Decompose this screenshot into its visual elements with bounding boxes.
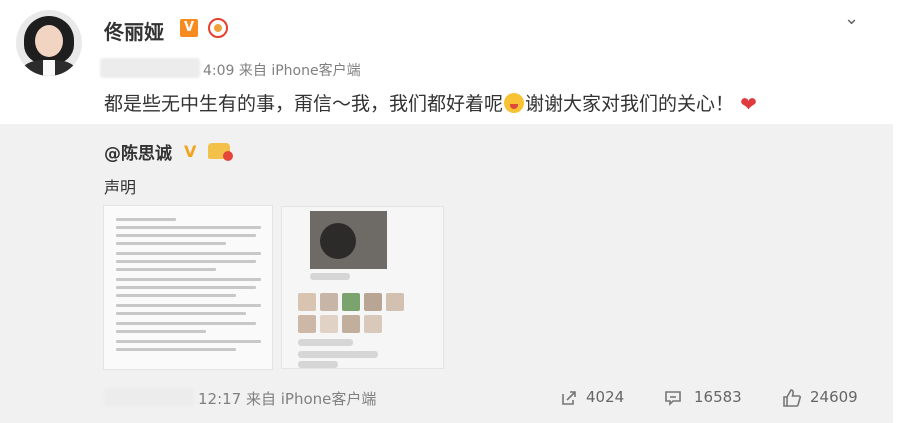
share-icon[interactable] bbox=[560, 389, 578, 407]
comment-count[interactable]: 16583 bbox=[694, 388, 742, 406]
repost-text: 声明 bbox=[104, 178, 137, 197]
repost-time-source[interactable]: 12:17 来自 iPhone客户端 bbox=[198, 388, 376, 409]
member-emblem-icon bbox=[208, 18, 228, 38]
blurred-date bbox=[104, 388, 194, 406]
comment-icon[interactable] bbox=[664, 389, 682, 407]
share-count[interactable]: 4024 bbox=[586, 388, 624, 406]
heart-emoji-icon: ❤ bbox=[740, 92, 757, 116]
post-time-source[interactable]: 4:09 来自 iPhone客户端 bbox=[203, 60, 361, 80]
member-crown-icon bbox=[208, 143, 233, 161]
post-text-part2: 谢谢大家对我们的关心！ bbox=[525, 93, 735, 115]
username[interactable]: 佟丽娅 bbox=[104, 16, 164, 45]
like-count[interactable]: 24609 bbox=[810, 388, 858, 406]
post-text-part1: 都是些无中生有的事，甭信～我，我们都好着呢 bbox=[104, 93, 504, 115]
chevron-down-icon[interactable]: ⌄ bbox=[844, 8, 859, 29]
blurred-date bbox=[100, 58, 200, 78]
tongue-emoji-icon bbox=[504, 93, 525, 113]
chat-screenshot-image[interactable] bbox=[281, 206, 444, 369]
repost-author-mention[interactable]: @陈思诚 bbox=[104, 139, 172, 164]
statement-image[interactable] bbox=[103, 205, 273, 370]
like-icon[interactable] bbox=[782, 388, 802, 408]
post-text: 都是些无中生有的事，甭信～我，我们都好着呢 谢谢大家对我们的关心！ ❤ bbox=[104, 89, 757, 116]
repost-verified-badge-icon: V bbox=[184, 142, 197, 161]
avatar[interactable] bbox=[16, 10, 82, 76]
verified-badge-icon: V bbox=[180, 19, 198, 37]
